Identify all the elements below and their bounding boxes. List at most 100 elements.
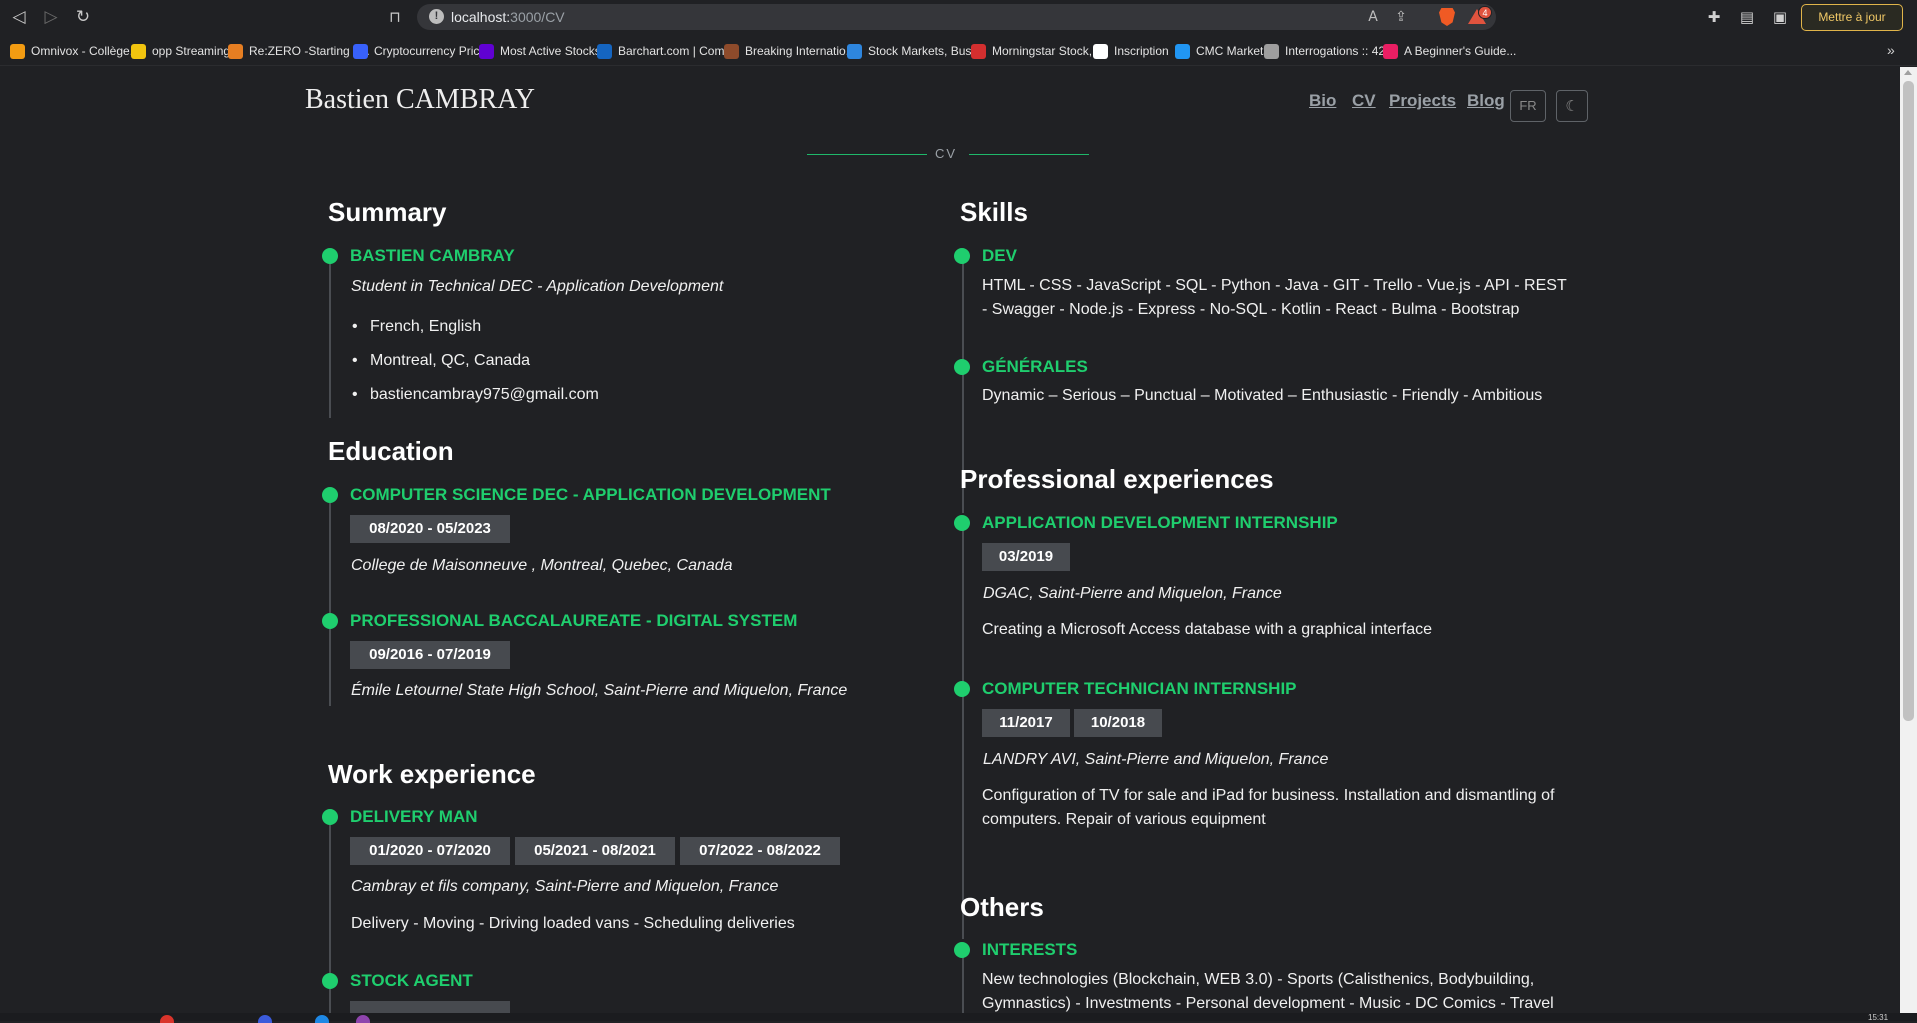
- taskbar-app-icon[interactable]: [315, 1015, 329, 1023]
- share-icon[interactable]: ⇪: [1391, 8, 1411, 26]
- pro-description: Configuration of TV for sale and iPad fo…: [982, 787, 1555, 804]
- timeline-dot: [954, 248, 970, 264]
- taskbar-app-icon[interactable]: [258, 1015, 272, 1023]
- bookmark-favicon-icon: [1383, 43, 1398, 59]
- bookmark-favicon-icon: [353, 43, 368, 59]
- pro-description: computers. Repair of various equipment: [982, 811, 1266, 828]
- url-text[interactable]: localhost:3000/CV: [451, 9, 565, 25]
- bookmark-item[interactable]: Cryptocurrency Pric...: [353, 42, 489, 60]
- bookmark-item[interactable]: Inscription: [1093, 42, 1169, 60]
- taskbar-app-icon[interactable]: [356, 1015, 370, 1023]
- summary-email: bastiencambray975@gmail.com: [352, 386, 599, 404]
- bookmark-favicon-icon: [479, 43, 494, 59]
- interests-list: Gymnastics) - Investments - Personal dev…: [982, 995, 1554, 1012]
- timeline-dot: [954, 942, 970, 958]
- date-tag: 09/2016 - 07/2019: [350, 641, 510, 669]
- work-place: Cambray et fils company, Saint-Pierre an…: [351, 878, 779, 895]
- pro-timeline: [962, 521, 964, 939]
- brave-shield-icon[interactable]: [1439, 8, 1455, 26]
- bookmark-item[interactable]: Re:ZERO -Starting L...: [228, 42, 370, 60]
- bookmark-favicon-icon: [847, 43, 862, 59]
- others-timeline: [962, 949, 964, 1013]
- taskbar-app-icon[interactable]: [160, 1015, 174, 1023]
- bookmark-label: Stock Markets, Busi...: [868, 44, 985, 58]
- language-toggle-button[interactable]: FR: [1510, 90, 1546, 122]
- skills-general-list: Dynamic – Serious – Punctual – Motivated…: [982, 387, 1543, 404]
- bookmark-label: A Beginner's Guide...: [1404, 44, 1517, 58]
- date-tag: 07/2022 - 08/2022: [680, 837, 840, 865]
- date-tag: 10/2018: [1074, 709, 1162, 737]
- scrollbar-thumb[interactable]: [1903, 81, 1914, 721]
- skills-item-title: DEV: [982, 246, 1017, 265]
- reload-icon[interactable]: ↻: [72, 6, 94, 28]
- bookmark-item[interactable]: Breaking Internatio...: [724, 42, 856, 60]
- nav-blog-link[interactable]: Blog: [1467, 91, 1505, 111]
- timeline-dot: [954, 681, 970, 697]
- bookmark-item[interactable]: CMC Markets: [1175, 42, 1269, 60]
- page-scrollbar[interactable]: [1900, 67, 1917, 1013]
- summary-name: BASTIEN CAMBRAY: [350, 246, 515, 265]
- nav-projects-link[interactable]: Projects: [1389, 91, 1456, 111]
- forward-icon[interactable]: ▷: [40, 6, 62, 28]
- timeline-dot: [322, 487, 338, 503]
- bookmark-label: CMC Markets: [1196, 44, 1270, 58]
- pro-place: DGAC, Saint-Pierre and Miquelon, France: [983, 585, 1282, 602]
- bookmark-label: Omnivox - Collège...: [31, 44, 140, 58]
- skills-item-title: GÉNÉRALES: [982, 357, 1088, 376]
- bookmarks-bar: » Omnivox - Collège... opp Streaming Re:ZE…: [0, 34, 1917, 66]
- bookmark-favicon-icon: [597, 43, 612, 59]
- summary-heading: Summary: [328, 197, 447, 227]
- update-button[interactable]: Mettre à jour: [1801, 4, 1903, 31]
- bookmark-item[interactable]: Stock Markets, Busi...: [847, 42, 984, 60]
- work-item-title: DELIVERY MAN: [350, 807, 478, 826]
- skills-dev-list: HTML - CSS - JavaScript - SQL - Python -…: [982, 277, 1567, 294]
- date-tag: 01/2020 - 07/2020: [350, 837, 510, 865]
- wallet-icon[interactable]: ▣: [1770, 7, 1790, 27]
- bookmark-item[interactable]: opp Streaming: [131, 42, 230, 60]
- theme-toggle-icon[interactable]: ☾: [1556, 90, 1588, 122]
- date-tag: 08/2020 - 05/2023: [350, 515, 510, 543]
- timeline-dot: [322, 613, 338, 629]
- bookmark-icon[interactable]: ⊓: [384, 6, 406, 28]
- education-place: College de Maisonneuve , Montreal, Quebe…: [351, 557, 733, 574]
- pro-description: Creating a Microsoft Access database wit…: [982, 621, 1433, 638]
- bookmark-favicon-icon: [131, 43, 146, 59]
- timeline-dot: [954, 359, 970, 375]
- bookmark-label: Cryptocurrency Pric...: [374, 44, 490, 58]
- extensions-icon[interactable]: ✚: [1704, 7, 1724, 27]
- scroll-up-icon[interactable]: [1904, 70, 1912, 75]
- rewards-badge: 4: [1478, 6, 1492, 19]
- os-taskbar: 15:31: [0, 1013, 1917, 1023]
- pro-place: LANDRY AVI, Saint-Pierre and Miquelon, F…: [983, 751, 1329, 768]
- summary-location: Montreal, QC, Canada: [352, 352, 530, 370]
- bookmark-favicon-icon: [10, 43, 25, 59]
- more-bookmarks-icon[interactable]: »: [1887, 42, 1895, 58]
- date-tag: 11/2017: [982, 709, 1070, 737]
- interests-list: New technologies (Blockchain, WEB 3.0) -…: [982, 971, 1535, 988]
- bookmark-item[interactable]: A Beginner's Guide...: [1383, 42, 1516, 60]
- back-icon[interactable]: ◁: [8, 6, 30, 28]
- translate-icon[interactable]: A: [1363, 8, 1383, 26]
- bookmark-item[interactable]: Most Active Stocks...: [479, 42, 611, 60]
- education-item-title: PROFESSIONAL BACCALAUREATE - DIGITAL SYS…: [350, 611, 798, 630]
- nav-bio-link[interactable]: Bio: [1309, 91, 1336, 111]
- address-bar[interactable]: ! localhost:3000/CV A ⇪ 4: [417, 4, 1496, 30]
- pro-item-title: COMPUTER TECHNICIAN INTERNSHIP: [982, 679, 1297, 698]
- date-tag: [350, 1001, 510, 1013]
- bookmark-favicon-icon: [724, 43, 739, 59]
- summary-languages: French, English: [352, 318, 481, 336]
- site-info-icon[interactable]: !: [429, 9, 444, 24]
- bookmark-favicon-icon: [228, 43, 243, 59]
- sidebar-icon[interactable]: ▤: [1737, 7, 1757, 27]
- summary-timeline: [329, 255, 331, 418]
- bookmark-item[interactable]: Interrogations :: 42...: [1264, 42, 1395, 60]
- education-heading: Education: [328, 436, 454, 466]
- bookmark-item[interactable]: Omnivox - Collège...: [10, 42, 140, 60]
- work-description: Delivery - Moving - Driving loaded vans …: [351, 915, 795, 932]
- bookmark-favicon-icon: [1175, 43, 1190, 59]
- bookmark-favicon-icon: [1264, 43, 1279, 59]
- bookmark-item[interactable]: Morningstar Stock,...: [971, 42, 1102, 60]
- site-title[interactable]: Bastien CAMBRAY: [305, 84, 535, 116]
- bookmark-item[interactable]: Barchart.com | Com...: [597, 42, 734, 60]
- nav-cv-link[interactable]: CV: [1352, 91, 1376, 111]
